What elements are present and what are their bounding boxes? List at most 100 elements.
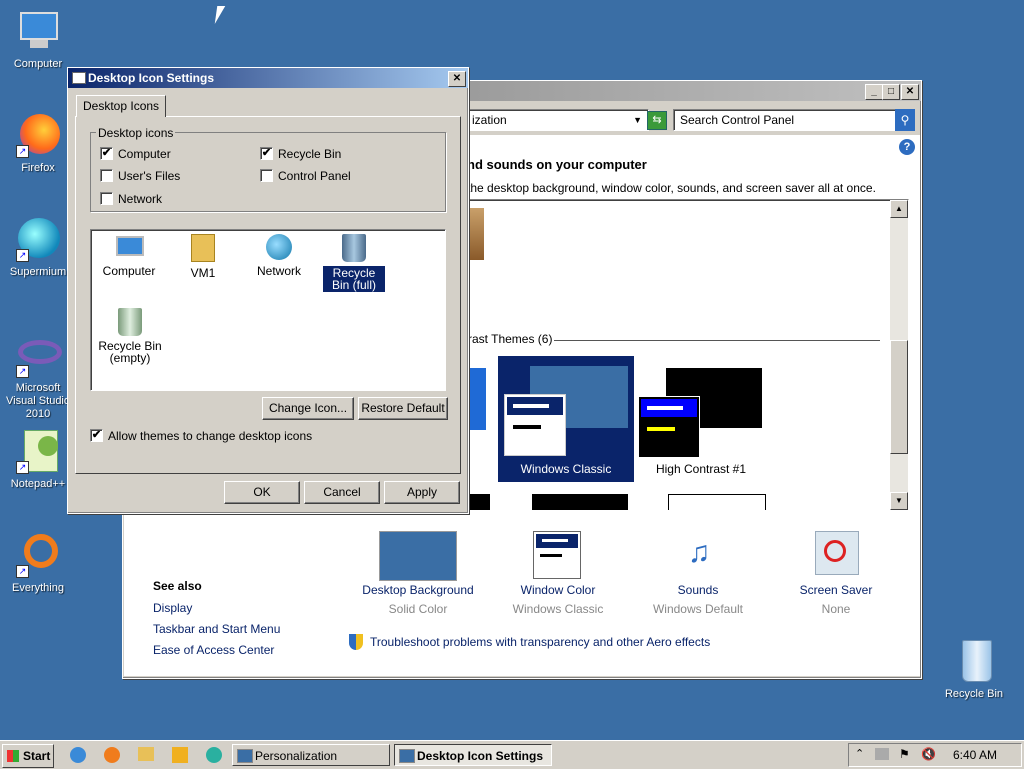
desktop-icon-label: Recycle Bin [944, 688, 1004, 700]
address-bar[interactable]: ization ▼ [467, 109, 649, 131]
dialog-title: Desktop Icon Settings [88, 71, 215, 85]
internet-explorer-icon[interactable] [70, 747, 86, 763]
icon-item-computer[interactable]: Computer [99, 234, 159, 278]
cancel-button[interactable]: Cancel [304, 481, 380, 504]
computer-icon [14, 8, 62, 56]
desktop-background-link[interactable]: Desktop Background [359, 583, 477, 597]
network-tray-icon[interactable] [875, 748, 889, 760]
desktop-icon-everything[interactable]: ↗ Everything [0, 532, 76, 595]
network-checkbox[interactable] [100, 192, 113, 205]
desktop-icon-settings-dialog: Desktop Icon Settings ✕ Desktop Icons De… [67, 67, 469, 514]
scroll-down-icon[interactable]: ▼ [890, 492, 908, 510]
change-icon-button[interactable]: Change Icon... [262, 397, 354, 420]
everything-icon: ↗ [14, 532, 62, 580]
explorer-folder-icon[interactable] [138, 747, 154, 761]
troubleshoot-link[interactable]: Troubleshoot problems with transparency … [370, 635, 710, 649]
computer-checkbox[interactable]: ✔ [100, 147, 113, 160]
see-also-title: See also [153, 579, 202, 593]
taskbar-item-desktop-icon-settings[interactable]: Desktop Icon Settings [394, 744, 552, 766]
checkbox-label: User's Files [118, 169, 181, 183]
see-also-ease-of-access-link[interactable]: Ease of Access Center [153, 643, 274, 657]
checkbox-label: Computer [118, 147, 171, 161]
desktop-background-icon[interactable] [379, 531, 457, 581]
address-text: ization [472, 113, 507, 127]
dropdown-arrow-icon[interactable]: ▼ [633, 110, 642, 130]
checkbox-label: Network [118, 192, 163, 206]
icon-item-recycle-bin-full[interactable]: Recycle Bin (full) [322, 234, 386, 293]
theme-label: Windows Classic [520, 462, 612, 476]
window-color-icon[interactable] [533, 531, 581, 579]
sounds-link[interactable]: Sounds [639, 583, 757, 597]
theme-item-windows-classic[interactable]: Windows Classic [498, 356, 634, 482]
minimize-button[interactable]: _ [865, 84, 883, 100]
desktop-icon-settings-icon [399, 749, 415, 763]
volume-muted-icon[interactable]: 🔇 [921, 747, 936, 761]
desktop-icon-label: Firefox [21, 162, 55, 174]
allow-themes-checkbox[interactable]: ✔ [90, 429, 103, 442]
desktop-icon-firefox[interactable]: ↗ Firefox [0, 112, 76, 175]
desktop-icon-label: Everything [12, 582, 64, 594]
icon-list[interactable]: Computer VM1 Network Recycle Bin (full) … [90, 229, 446, 391]
desktop-icon-notepadpp[interactable]: ↗ Notepad++ [0, 428, 76, 491]
desktop-icon-recycle-bin[interactable]: Recycle Bin [936, 638, 1012, 701]
close-button[interactable]: ✕ [448, 71, 466, 87]
see-also-taskbar-link[interactable]: Taskbar and Start Menu [153, 622, 280, 636]
taskbar-item-personalization[interactable]: Personalization [232, 744, 390, 766]
media-player-icon[interactable] [172, 747, 188, 763]
recycle-bin-full-icon [342, 234, 366, 262]
shortcut-arrow-icon: ↗ [16, 145, 29, 158]
network-globe-icon [266, 234, 292, 260]
shield-icon [349, 634, 363, 650]
close-button[interactable]: ✕ [901, 84, 919, 100]
desktop-icon-label: Microsoft Visual Studio 2010 [5, 382, 70, 420]
dialog-titlebar: Desktop Icon Settings ✕ [68, 68, 468, 88]
scrollbar-thumb[interactable] [890, 340, 908, 454]
window-color-value: Windows Classic [512, 602, 604, 616]
search-input[interactable]: Search Control Panel [673, 109, 897, 131]
search-icon[interactable]: ⚲ [895, 109, 915, 131]
personalization-icon [237, 749, 253, 763]
desktop-icon-label: Supermium [9, 266, 67, 278]
theme-item-high-contrast-1[interactable]: High Contrast #1 [638, 368, 764, 488]
desktop-icon-computer[interactable]: Computer [0, 8, 76, 71]
page-heading: nd sounds on your computer [467, 157, 647, 172]
theme-list[interactable]: rast Themes (6) c Windows Classic High C… [461, 199, 909, 511]
help-icon[interactable]: ? [899, 139, 915, 155]
screen-saver-link[interactable]: Screen Saver [777, 583, 895, 597]
chevron-up-icon[interactable]: ⌃ [855, 747, 864, 760]
shortcut-arrow-icon: ↗ [16, 565, 29, 578]
start-button[interactable]: Start [2, 744, 54, 768]
control-panel-checkbox[interactable] [260, 169, 273, 182]
theme-thumbnail[interactable] [668, 494, 766, 510]
window-color-link[interactable]: Window Color [499, 583, 617, 597]
firefox-quicklaunch-icon[interactable] [104, 747, 120, 763]
action-center-flag-icon[interactable]: ⚑ [899, 747, 910, 761]
desktop-icon-supermium[interactable]: ↗ Supermium [0, 216, 76, 279]
apply-button[interactable]: Apply [384, 481, 460, 504]
maximize-button[interactable]: □ [882, 84, 900, 100]
theme-thumbnail[interactable] [532, 494, 628, 510]
scrollbar[interactable]: ▲ ▼ [890, 200, 908, 510]
refresh-icon[interactable]: ⇆ [647, 111, 667, 130]
see-also-display-link[interactable]: Display [153, 601, 192, 615]
users-files-checkbox[interactable] [100, 169, 113, 182]
screen-saver-icon[interactable] [815, 531, 859, 575]
desktop-icon-visual-studio[interactable]: ↗ Microsoft Visual Studio 2010 [0, 332, 76, 421]
notepad-plus-plus-icon: ↗ [14, 428, 62, 476]
restore-default-button[interactable]: Restore Default [358, 397, 448, 420]
supermium-quicklaunch-icon[interactable] [206, 747, 222, 763]
icon-item-vm1[interactable]: VM1 [175, 234, 231, 280]
clock[interactable]: 6:40 AM [953, 748, 997, 762]
shortcut-arrow-icon: ↗ [16, 249, 29, 262]
scroll-up-icon[interactable]: ▲ [890, 200, 908, 218]
recycle-bin-checkbox[interactable]: ✔ [260, 147, 273, 160]
shortcut-arrow-icon: ↗ [16, 365, 29, 378]
checkbox-label: Recycle Bin [278, 147, 342, 161]
theme-label: High Contrast #1 [655, 462, 747, 476]
ok-button[interactable]: OK [224, 481, 300, 504]
windows-logo-icon [7, 750, 19, 762]
tab-desktop-icons[interactable]: Desktop Icons [76, 95, 167, 117]
icon-item-recycle-bin-empty[interactable]: Recycle Bin (empty) [97, 308, 163, 364]
sounds-icon[interactable]: ♫ [675, 529, 723, 577]
icon-item-network[interactable]: Network [249, 234, 309, 278]
